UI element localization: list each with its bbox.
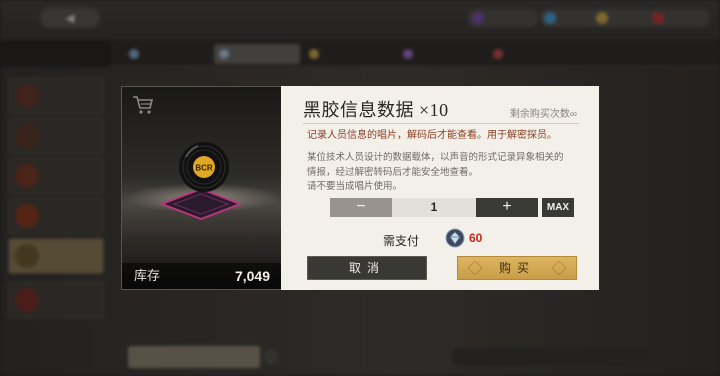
max-button[interactable]: MAX bbox=[542, 198, 574, 217]
stock-value: 7,049 bbox=[234, 268, 270, 284]
crystal-currency-icon bbox=[445, 228, 465, 248]
item-preview-card: BCR 库存 7,049 bbox=[121, 86, 283, 290]
stock-label: 库存 bbox=[134, 268, 161, 283]
remaining-purchases: 剩余购买次数∞ bbox=[509, 109, 577, 120]
description-line-3: 请不要当成唱片使用。 bbox=[307, 181, 403, 192]
stock-bar: 库存 7,049 bbox=[122, 263, 282, 289]
title-divider bbox=[303, 123, 579, 124]
buy-button[interactable]: 购买 bbox=[457, 256, 577, 280]
buy-label: 购买 bbox=[498, 261, 535, 275]
description-line-1: 某位技术人员设计的数据载体，以声音的形式记录异象相关的 bbox=[307, 152, 564, 163]
increase-button[interactable]: + bbox=[476, 198, 538, 217]
diamond-ornament-icon bbox=[552, 261, 566, 275]
pay-label: 需支付 bbox=[383, 234, 420, 248]
quantity-stepper: − 1 + MAX bbox=[330, 198, 574, 217]
item-long-description: 某位技术人员设计的数据载体，以声音的形式记录异象相关的 情报，经过解密转码后才能… bbox=[307, 151, 583, 195]
description-line-2: 情报，经过解密转码后才能安全地查看。 bbox=[307, 166, 479, 178]
pay-amount: 60 bbox=[469, 231, 483, 245]
cancel-button[interactable]: 取消 bbox=[307, 256, 427, 280]
quantity-value[interactable]: 1 bbox=[392, 198, 476, 217]
item-short-description: 记录人员信息的唱片，解码后才能查看。用于解密探员。 bbox=[307, 130, 557, 141]
vinyl-record-icon: BCR bbox=[179, 142, 229, 192]
shopping-cart-icon bbox=[133, 96, 154, 114]
record-label-text: BCR bbox=[195, 164, 213, 173]
cancel-label: 取消 bbox=[348, 261, 385, 275]
diamond-ornament-icon bbox=[468, 261, 482, 275]
decrease-button[interactable]: − bbox=[330, 198, 392, 217]
purchase-dialog: 黑胶信息数据 ×10 剩余购买次数∞ 记录人员信息的唱片，解码后才能查看。用于解… bbox=[281, 86, 599, 290]
item-title: 黑胶信息数据 ×10 bbox=[303, 100, 449, 120]
